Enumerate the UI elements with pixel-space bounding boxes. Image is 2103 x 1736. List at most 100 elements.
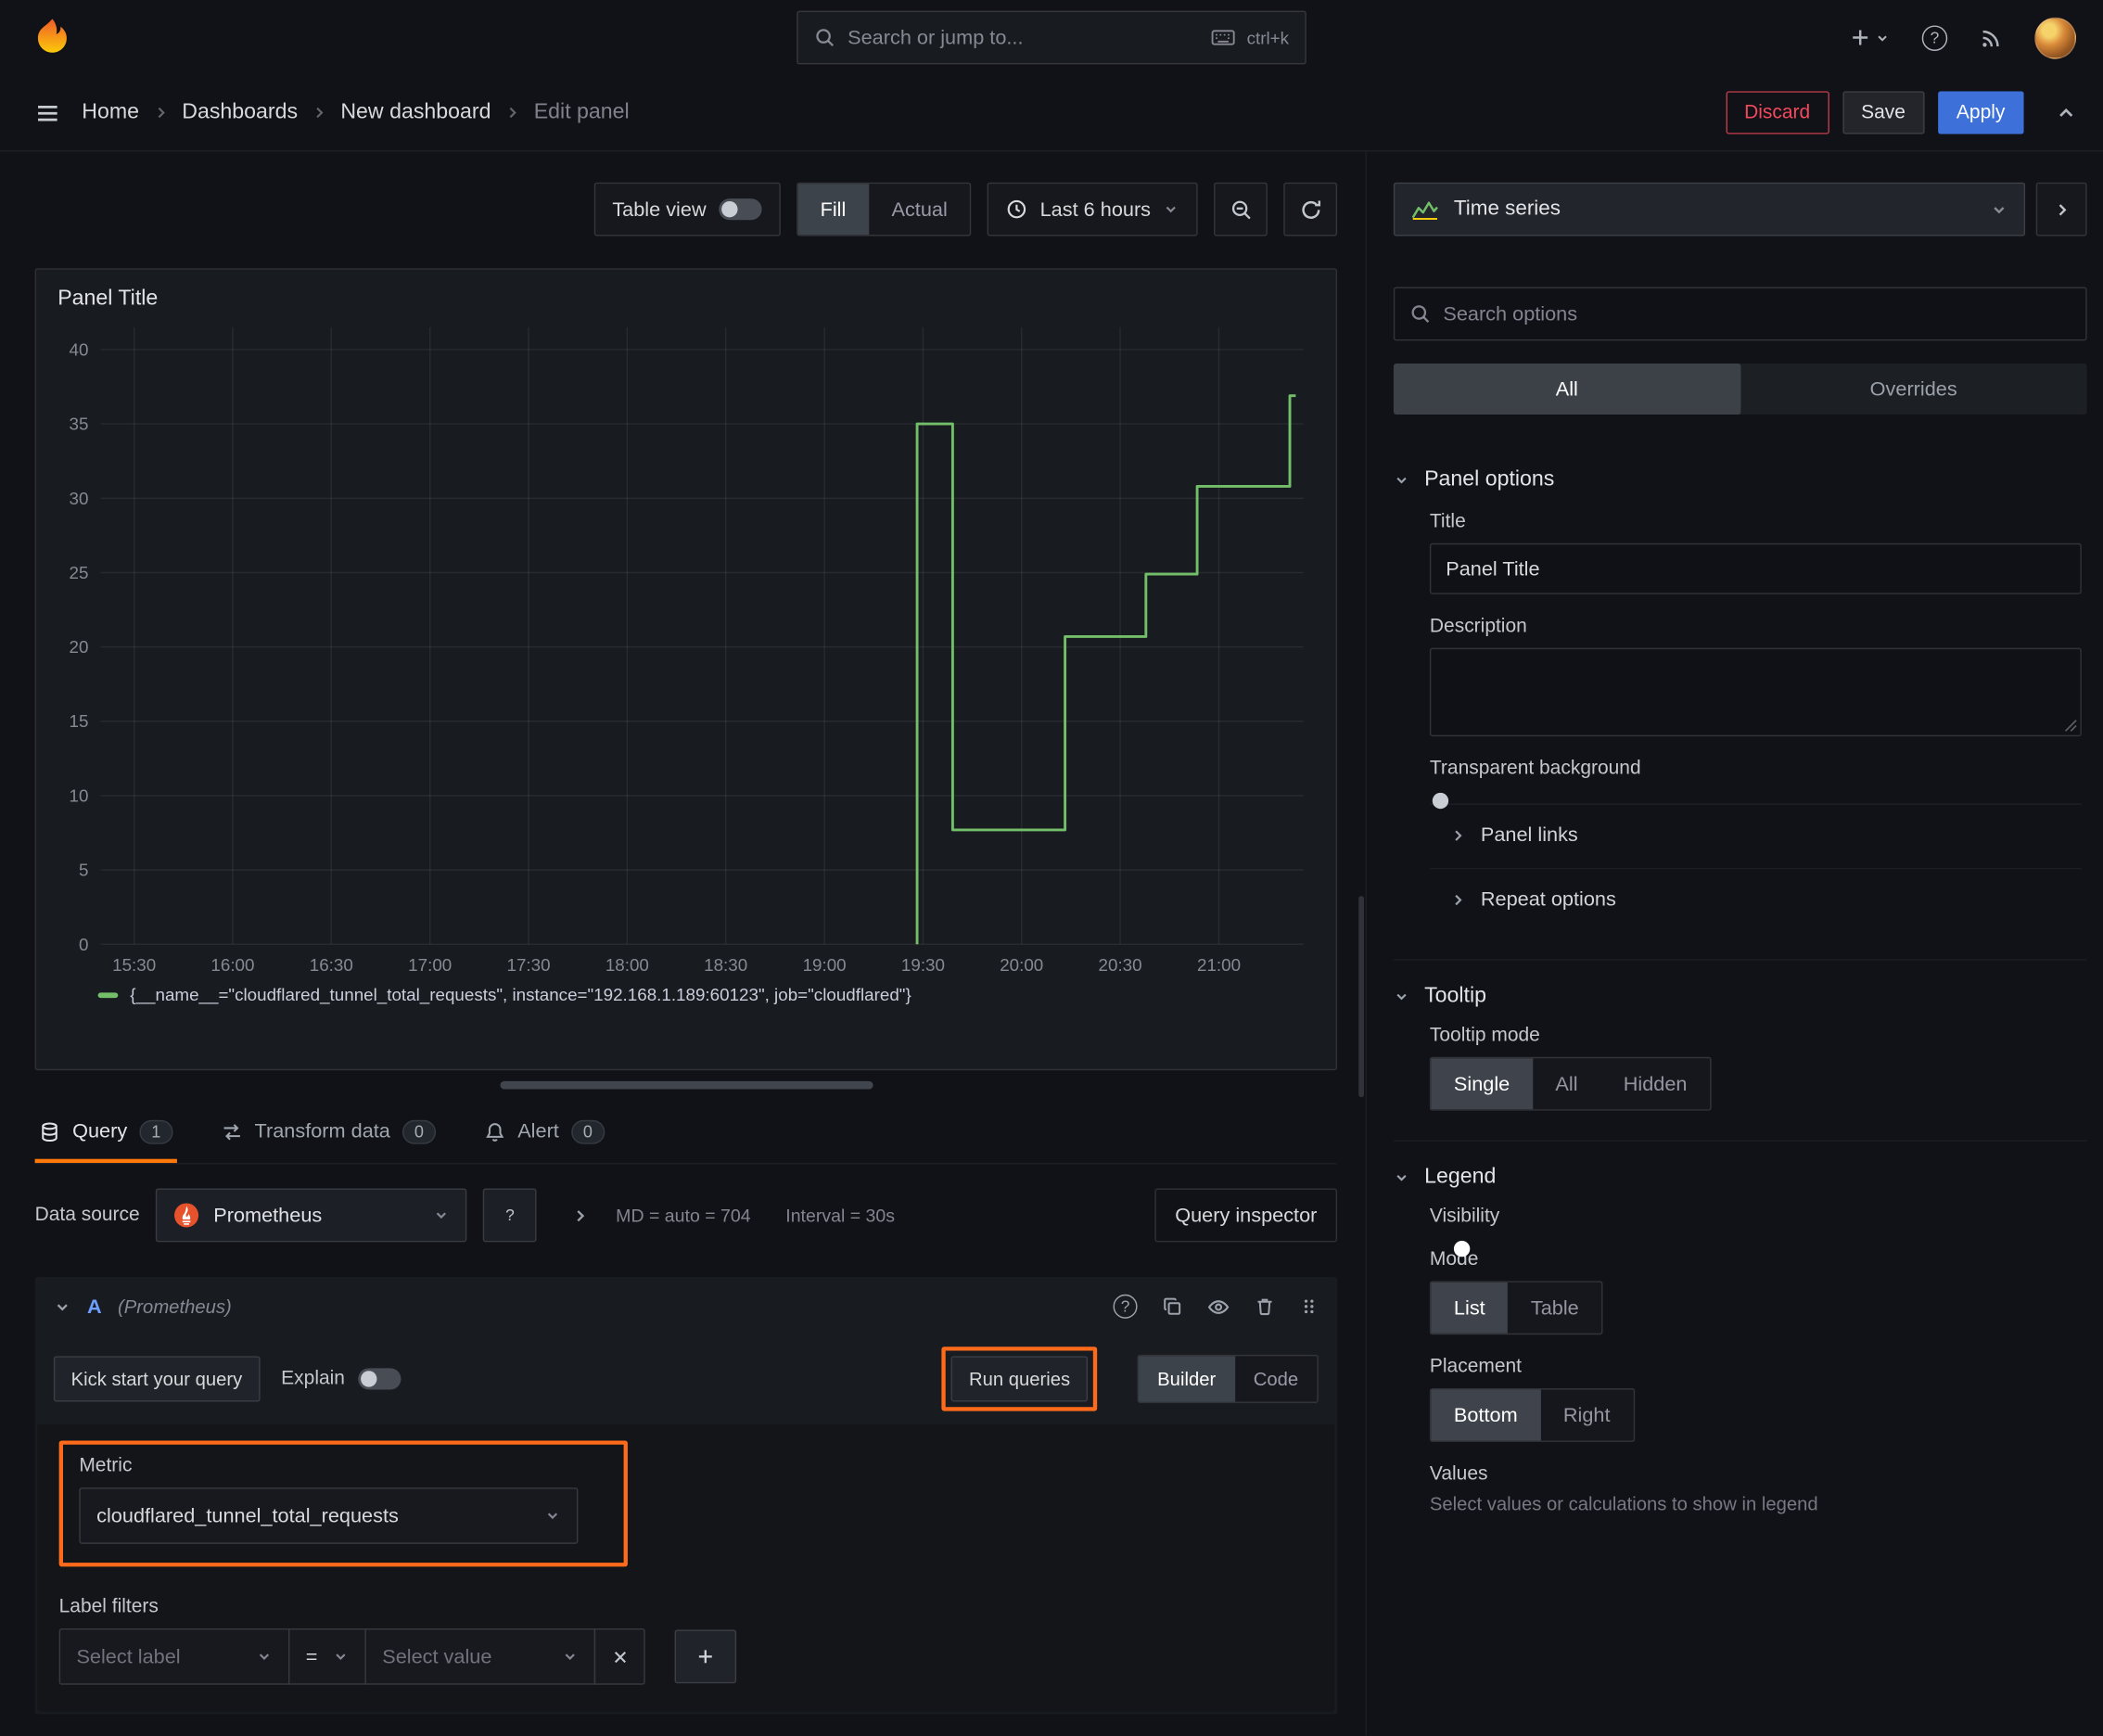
interval-stat: Interval = 30s [785, 1205, 896, 1226]
breadcrumb-bar: Home Dashboards New dashboard Edit panel… [0, 75, 2103, 152]
panel-title-input[interactable] [1429, 542, 2082, 594]
eye-icon[interactable] [1207, 1296, 1230, 1319]
resize-corner-icon[interactable] [2064, 719, 2077, 732]
query-help-icon[interactable] [1113, 1294, 1138, 1319]
display-mode-fill[interactable]: Fill [797, 184, 869, 236]
kick-start-query-button[interactable]: Kick start your query [53, 1356, 261, 1402]
display-mode-actual[interactable]: Actual [869, 184, 970, 235]
grip-icon[interactable] [1300, 1296, 1319, 1317]
datasource-help-button[interactable] [482, 1188, 537, 1243]
legend-values-hint: Select values or calculations to show in… [1429, 1492, 1818, 1515]
refresh-button[interactable] [1283, 182, 1338, 236]
legend-swatch[interactable] [97, 991, 119, 998]
tooltip-mode-all[interactable]: All [1533, 1058, 1600, 1109]
resize-handle-bar[interactable] [499, 1080, 873, 1090]
save-button[interactable]: Save [1842, 91, 1925, 134]
label-filters-label: Label filters [58, 1596, 159, 1618]
legend-placement-group: Bottom Right [1429, 1388, 1635, 1442]
query-row-header[interactable]: A (Prometheus) [35, 1277, 1337, 1336]
metric-select[interactable]: cloudflared_tunnel_total_requests [79, 1487, 579, 1544]
legend-series-name[interactable]: {__name__="cloudflared_tunnel_total_requ… [130, 985, 911, 1005]
search-shortcut-label: ctrl+k [1246, 27, 1290, 48]
grafana-logo-icon[interactable] [32, 18, 72, 57]
tooltip-mode-hidden[interactable]: Hidden [1600, 1058, 1710, 1109]
query-ref-id: A [87, 1295, 102, 1319]
tooltip-mode-group: Single All Hidden [1429, 1056, 1712, 1111]
panel-header-actions: Discard Save Apply [1725, 91, 2076, 134]
clock-icon [1006, 198, 1027, 220]
section-panel-options-header[interactable]: Panel options [1394, 452, 2087, 508]
editor-mode-code[interactable]: Code [1234, 1356, 1317, 1401]
legend-mode-table[interactable]: Table [1508, 1283, 1601, 1334]
editor-mode-builder[interactable]: Builder [1138, 1356, 1235, 1402]
discard-button[interactable]: Discard [1725, 91, 1829, 134]
options-search-box[interactable] [1393, 287, 2087, 341]
panel-preview: Panel Title 0 5 10 15 20 25 30 35 40 15:30 16:00 16… [34, 268, 1338, 1071]
zoom-out-button[interactable] [1214, 182, 1268, 236]
user-avatar[interactable] [2034, 17, 2077, 58]
description-input[interactable] [1429, 647, 2082, 737]
legend-mode-list[interactable]: List [1431, 1282, 1509, 1334]
repeat-options-row[interactable]: Repeat options [1429, 867, 2082, 930]
global-search-input[interactable] [848, 26, 1199, 49]
breadcrumb-dashboards[interactable]: Dashboards [182, 100, 298, 124]
add-filter-button[interactable] [674, 1629, 737, 1684]
svg-text:16:30: 16:30 [310, 955, 353, 975]
trash-icon[interactable] [1254, 1296, 1275, 1317]
metric-value: cloudflared_tunnel_total_requests [96, 1504, 399, 1527]
apply-button[interactable]: Apply [1937, 91, 2024, 134]
tab-alert[interactable]: Alert 0 [480, 1100, 609, 1163]
collapse-options-pane-button[interactable] [2035, 182, 2087, 236]
breadcrumb-home[interactable]: Home [82, 100, 139, 124]
chevron-down-icon[interactable] [54, 1297, 71, 1315]
remove-filter-button[interactable] [593, 1628, 645, 1685]
options-tab-overrides[interactable]: Overrides [1740, 364, 2087, 415]
chevron-down-icon [1394, 1169, 1409, 1185]
select-label-dropdown[interactable]: Select label [58, 1628, 290, 1685]
query-inspector-button[interactable]: Query inspector [1154, 1188, 1338, 1243]
options-search-input[interactable] [1443, 302, 2071, 326]
visualization-picker[interactable]: Time series [1393, 182, 2026, 236]
time-range-picker[interactable]: Last 6 hours [988, 182, 1198, 236]
title-field-label: Title [1429, 511, 1466, 533]
operator-value: = [305, 1645, 318, 1668]
run-queries-button[interactable]: Run queries [951, 1356, 1088, 1402]
tutorial-highlight-run-queries: Run queries [942, 1347, 1098, 1411]
legend-mode-group: List Table [1429, 1281, 1603, 1335]
chevron-down-icon [433, 1207, 449, 1223]
table-view-switch[interactable] [718, 198, 761, 221]
options-tab-all[interactable]: All [1393, 363, 1740, 415]
tab-query[interactable]: Query 1 [34, 1100, 177, 1164]
left-pane-scrollbar[interactable] [1358, 896, 1365, 1098]
explain-switch[interactable] [358, 1368, 401, 1390]
section-tooltip-header[interactable]: Tooltip [1394, 968, 2087, 1025]
panel-links-row[interactable]: Panel links [1429, 803, 2082, 865]
repeat-options-title: Repeat options [1480, 887, 1616, 912]
table-view-toggle[interactable]: Table view [593, 182, 781, 236]
legend-placement-bottom[interactable]: Bottom [1431, 1389, 1541, 1441]
tutorial-highlight-metric: Metric cloudflared_tunnel_total_requests [58, 1440, 628, 1567]
copy-icon[interactable] [1162, 1296, 1183, 1317]
legend-values-label: Values [1429, 1463, 1488, 1486]
query-options-toggle[interactable] [571, 1206, 589, 1224]
help-icon[interactable] [1921, 24, 1948, 51]
new-dashboard-menu-button[interactable] [1850, 27, 1890, 48]
visualization-name: Time series [1453, 197, 1561, 221]
legend-placement-right[interactable]: Right [1540, 1389, 1633, 1440]
panel-edit-left-pane: Table view Fill Actual Last 6 hours Pane… [0, 151, 1365, 1735]
global-search-box[interactable]: ctrl+k [797, 10, 1306, 65]
news-icon[interactable] [1980, 26, 2003, 49]
breadcrumb-new-dashboard[interactable]: New dashboard [340, 100, 491, 124]
section-tooltip-title: Tooltip [1424, 984, 1487, 1008]
tooltip-mode-single[interactable]: Single [1431, 1058, 1533, 1110]
top-navigation-bar: ctrl+k [0, 0, 2103, 75]
tab-transform-data[interactable]: Transform data 0 [217, 1100, 440, 1163]
chevron-up-icon[interactable] [2056, 103, 2076, 123]
time-series-chart[interactable]: 0 5 10 15 20 25 30 35 40 15:30 16:00 16:30 17:00 17:3… [36, 316, 1336, 984]
menu-icon[interactable] [35, 100, 60, 125]
tab-transform-count: 0 [401, 1119, 436, 1144]
section-legend-header[interactable]: Legend [1394, 1150, 2087, 1206]
datasource-picker[interactable]: Prometheus [156, 1188, 467, 1243]
operator-dropdown[interactable]: = [287, 1628, 366, 1685]
select-value-dropdown[interactable]: Select value [364, 1628, 596, 1685]
